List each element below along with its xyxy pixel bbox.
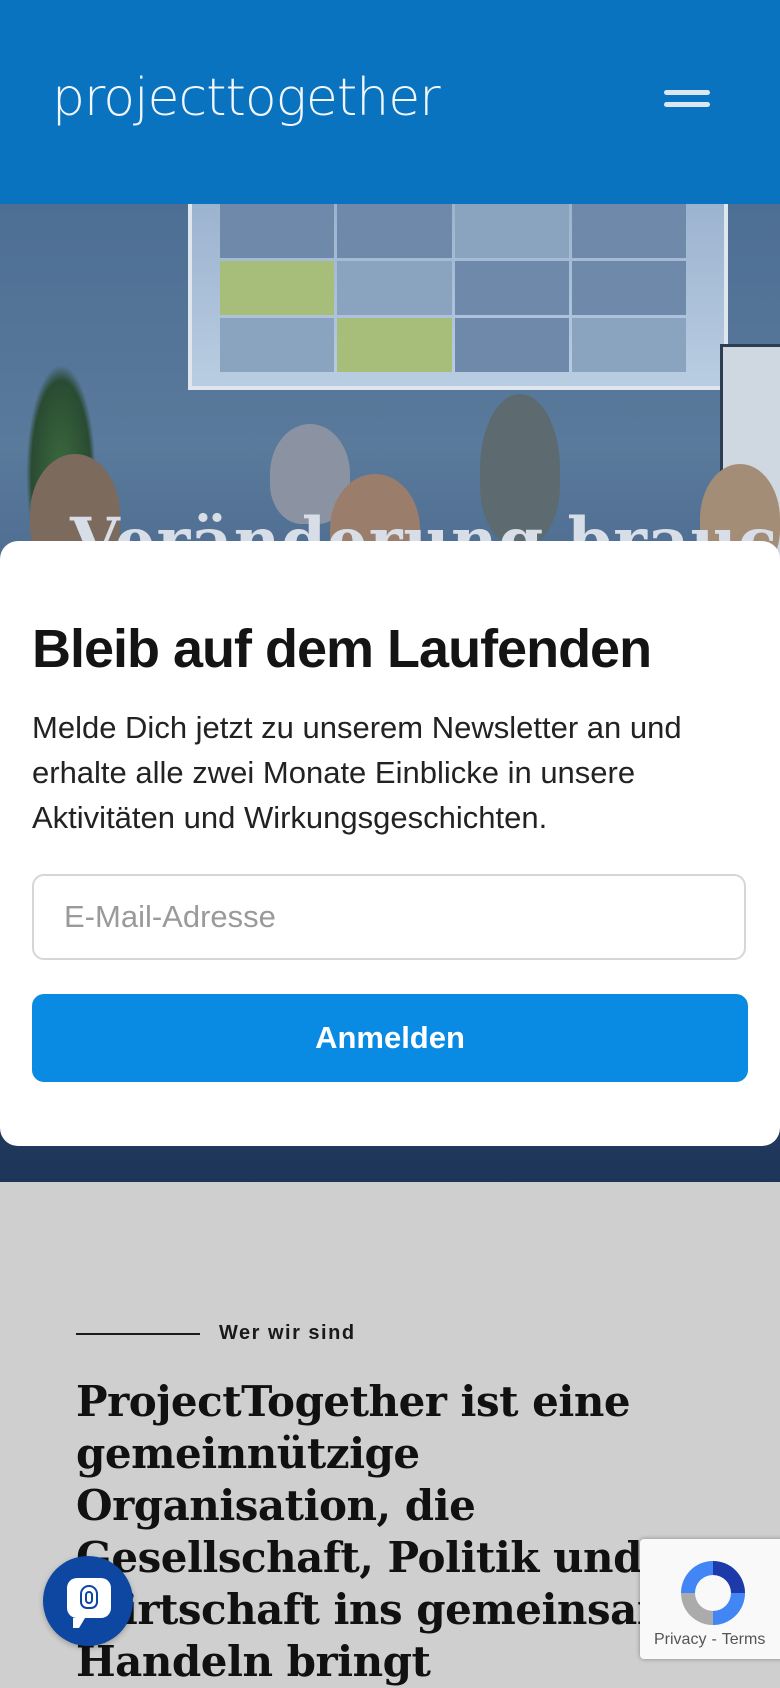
terms-link[interactable]: Terms [722,1631,766,1648]
privacy-link[interactable]: Privacy [654,1631,706,1648]
modal-description: Melde Dich jetzt zu unserem Newsletter a… [32,710,682,835]
eyebrow-divider [76,1333,200,1335]
recaptcha-badge[interactable]: Privacy - Terms [640,1539,780,1659]
hamburger-menu-icon[interactable] [660,86,712,112]
subscribe-button[interactable]: Anmelden [32,994,748,1082]
fingerprint-icon [80,1585,98,1609]
email-field[interactable] [32,874,746,960]
section-eyebrow: Wer wir sind [219,1322,356,1344]
recaptcha-icon [681,1561,745,1625]
link-separator: - [711,1631,717,1648]
menu-bar-bottom [664,102,710,107]
menu-bar-top [664,90,710,95]
modal-title: Bleib auf dem Laufenden [32,619,652,679]
newsletter-modal: Bleib auf dem Laufenden Melde Dich jetzt… [0,541,780,1146]
chat-bubble-icon [67,1578,111,1628]
recaptcha-links: Privacy - Terms [654,1631,765,1649]
video-grid [220,204,686,372]
section-title: ProjectTogether ist eine gemeinnützige O… [76,1377,708,1686]
video-conference-screen [188,204,728,390]
logo[interactable]: projecttogether [52,62,441,134]
site-header: projecttogether [0,0,780,204]
chat-widget-button[interactable] [43,1556,133,1646]
